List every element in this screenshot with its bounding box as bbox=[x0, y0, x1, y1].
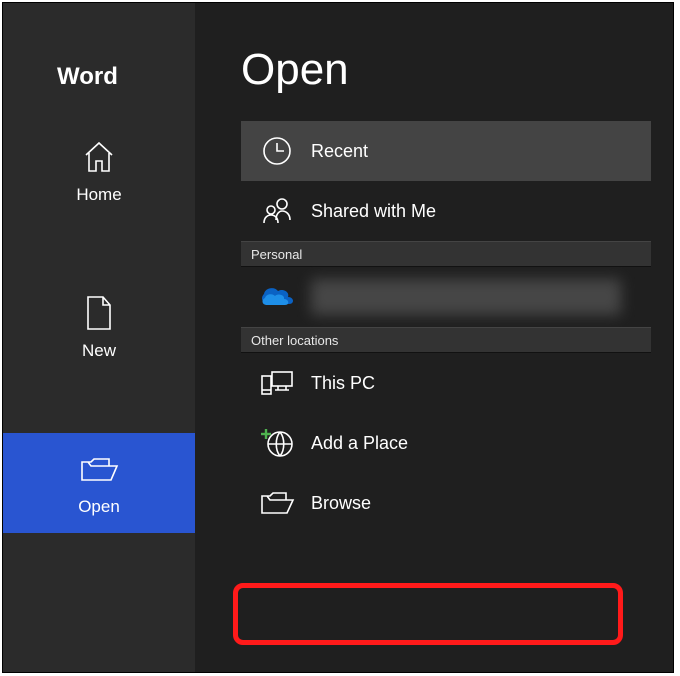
onedrive-account-name-redacted bbox=[311, 279, 621, 315]
this-pc-label: This PC bbox=[311, 373, 375, 394]
personal-section-header: Personal bbox=[241, 241, 651, 267]
app-title: Word bbox=[3, 3, 195, 101]
onedrive-account[interactable] bbox=[241, 267, 651, 327]
backstage-sidebar: Word Home New bbox=[3, 3, 195, 672]
this-pc-location[interactable]: This PC bbox=[241, 353, 651, 413]
new-document-icon bbox=[79, 293, 119, 333]
shared-with-me-location[interactable]: Shared with Me bbox=[241, 181, 651, 241]
other-locations-section-header: Other locations bbox=[241, 327, 651, 353]
recent-location[interactable]: Recent bbox=[241, 121, 651, 181]
shared-with-me-label: Shared with Me bbox=[311, 201, 436, 222]
browse-location[interactable]: Browse bbox=[241, 473, 651, 533]
onedrive-icon bbox=[255, 277, 299, 317]
clock-icon bbox=[255, 131, 299, 171]
add-a-place-location[interactable]: Add a Place bbox=[241, 413, 651, 473]
page-title: Open bbox=[195, 3, 673, 121]
open-panel: Open Recent bbox=[195, 3, 673, 672]
recent-label: Recent bbox=[311, 141, 368, 162]
browse-folder-icon bbox=[255, 483, 299, 523]
nav-open[interactable]: Open bbox=[3, 433, 195, 533]
add-a-place-label: Add a Place bbox=[311, 433, 408, 454]
home-icon bbox=[79, 137, 119, 177]
browse-label: Browse bbox=[311, 493, 371, 514]
nav-new-label: New bbox=[82, 341, 116, 361]
nav-new[interactable]: New bbox=[3, 277, 195, 377]
open-folder-icon bbox=[79, 449, 119, 489]
annotation-highlight bbox=[233, 583, 623, 645]
nav-home-label: Home bbox=[76, 185, 121, 205]
nav-home[interactable]: Home bbox=[3, 121, 195, 221]
add-place-icon bbox=[255, 423, 299, 463]
people-icon bbox=[255, 191, 299, 231]
this-pc-icon bbox=[255, 363, 299, 403]
nav-open-label: Open bbox=[78, 497, 120, 517]
